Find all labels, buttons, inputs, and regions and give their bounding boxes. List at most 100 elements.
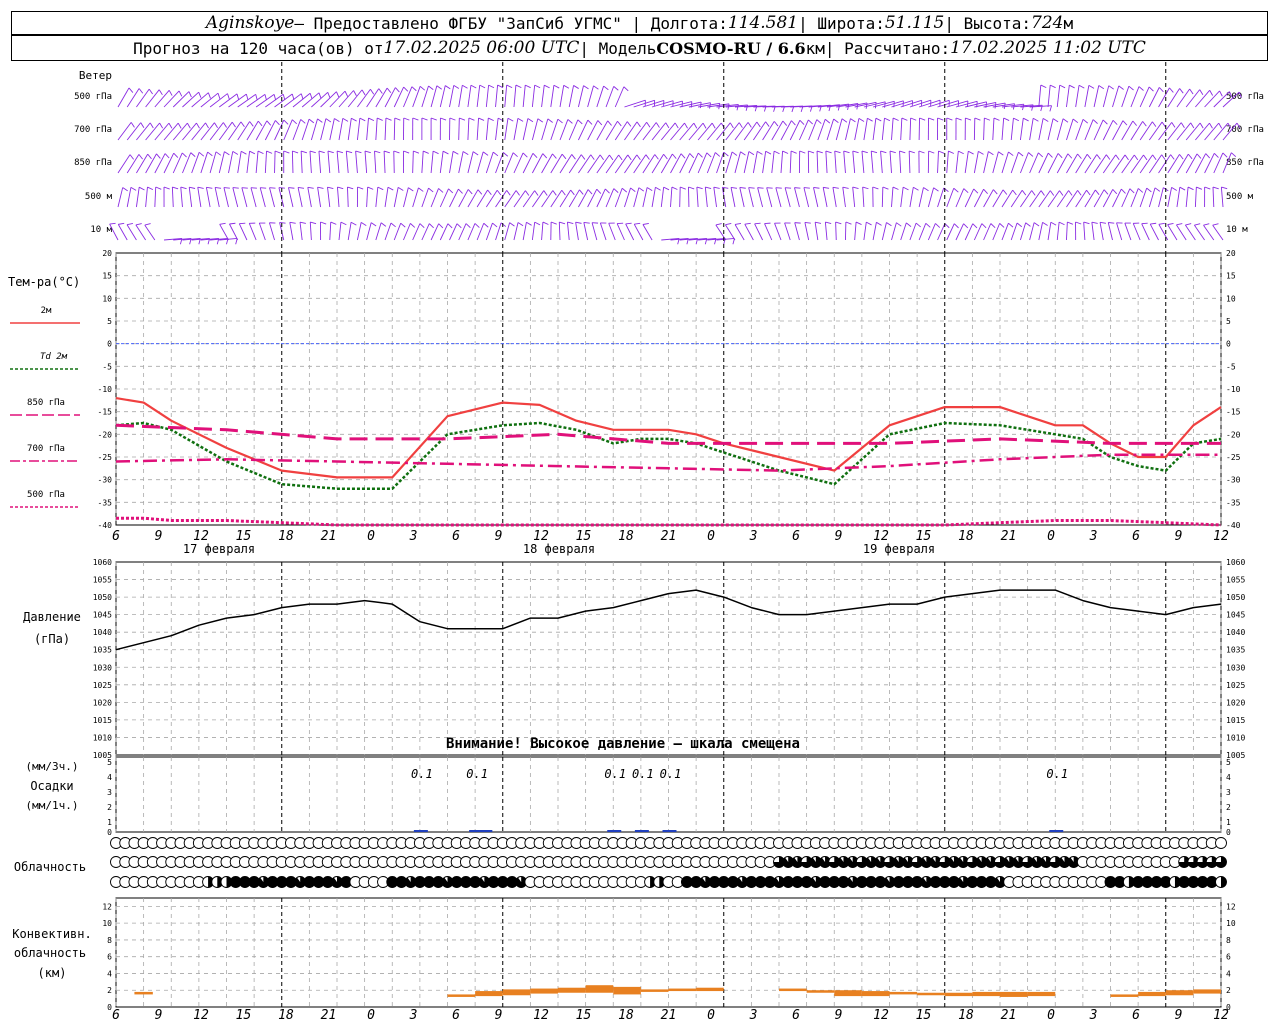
wind-barb bbox=[927, 187, 935, 208]
wind-barb-feather bbox=[1170, 154, 1175, 160]
wind-barb-feather bbox=[577, 119, 583, 125]
wind-barb bbox=[748, 187, 754, 208]
wind-barb-feather bbox=[1212, 186, 1219, 190]
wind-barb-feather bbox=[1078, 84, 1085, 89]
wind-barb-feather bbox=[364, 150, 371, 154]
wind-barb bbox=[1056, 190, 1069, 208]
wind-barb bbox=[327, 187, 331, 208]
wind-barb-feather bbox=[791, 120, 796, 126]
wind-barb bbox=[336, 187, 340, 208]
precip-tick-left: 4 bbox=[107, 773, 112, 782]
wind-barb bbox=[375, 118, 378, 141]
wind-barb-feather bbox=[740, 151, 746, 156]
pressure-tick-right: 1030 bbox=[1226, 663, 1245, 672]
conv-cloud-bar bbox=[861, 991, 890, 997]
wind-barb-feather bbox=[944, 223, 950, 229]
wind-barb bbox=[1130, 121, 1144, 141]
pressure-tick-left: 1045 bbox=[93, 611, 112, 620]
wind-barb bbox=[191, 152, 200, 174]
wind-barb-feather bbox=[512, 152, 518, 158]
wind-barb bbox=[862, 187, 865, 208]
wind-level-label-right: 850 гПа bbox=[1226, 158, 1264, 168]
wind-barb bbox=[651, 100, 674, 108]
wind-barb-feather bbox=[968, 150, 974, 155]
wind-barb bbox=[822, 187, 828, 208]
wind-barb-feather bbox=[411, 86, 417, 92]
wind-barb-feather bbox=[1047, 152, 1053, 158]
wind-barb bbox=[1038, 152, 1049, 174]
wind-barb bbox=[485, 118, 489, 141]
wind-barb-feather bbox=[393, 150, 400, 154]
wind-barb bbox=[983, 117, 985, 141]
wind-barb-feather bbox=[603, 85, 609, 91]
wind-barb-feather bbox=[429, 223, 434, 229]
wind-barb-feather bbox=[1099, 221, 1107, 224]
wind-barb-feather bbox=[279, 222, 286, 224]
wind-barb-feather bbox=[334, 118, 340, 123]
wind-barb bbox=[614, 86, 625, 108]
wind-barb-feather bbox=[301, 150, 308, 154]
wind-barb-feather bbox=[799, 150, 806, 154]
wind-barb-feather bbox=[227, 93, 230, 100]
wind-barb-feather bbox=[236, 93, 240, 100]
wind-barb-feather bbox=[383, 150, 390, 154]
pressure-tick-left: 1010 bbox=[93, 733, 112, 742]
date-label: 17 февраля bbox=[183, 542, 255, 556]
wind-barb-feather bbox=[147, 153, 152, 160]
wind-barb-feather bbox=[149, 122, 154, 129]
wind-barb-feather bbox=[782, 120, 788, 126]
hour-label-top: 9 bbox=[835, 529, 843, 544]
wind-barb bbox=[697, 152, 708, 174]
wind-barb bbox=[1167, 187, 1173, 208]
wind-barb-feather bbox=[1158, 222, 1165, 225]
wind-barb bbox=[182, 122, 197, 141]
wind-barb-feather bbox=[867, 117, 873, 122]
hour-label-top: 12 bbox=[1213, 529, 1229, 544]
wind-barb-feather bbox=[351, 117, 357, 122]
wind-barb bbox=[587, 120, 599, 141]
wind-barb-feather bbox=[835, 221, 842, 225]
wind-barb-feather bbox=[731, 151, 738, 156]
wind-barb-feather bbox=[543, 190, 548, 196]
wind-barb-feather bbox=[646, 187, 653, 192]
wind-barb-feather bbox=[467, 189, 473, 195]
temp-tick-left: -5 bbox=[102, 362, 112, 371]
wind-barb bbox=[918, 99, 941, 108]
temp-title: Тем-ра(°C) bbox=[8, 275, 80, 289]
wind-barb-feather bbox=[1042, 222, 1048, 226]
wind-barb-feather bbox=[130, 186, 137, 191]
wind-barb-feather bbox=[478, 117, 485, 121]
wind-barb bbox=[881, 118, 885, 141]
hour-label-bottom: 21 bbox=[661, 1008, 677, 1023]
wind-barb-feather bbox=[447, 223, 453, 229]
wind-barb bbox=[559, 154, 573, 174]
wind-barb-feather bbox=[196, 122, 200, 129]
wind-barb bbox=[541, 85, 545, 108]
wind-barb-feather bbox=[663, 186, 670, 191]
wind-barb bbox=[355, 151, 358, 174]
wind-level-label: 850 гПа bbox=[74, 158, 112, 168]
wind-barb-feather bbox=[886, 222, 892, 227]
wind-barb-feather bbox=[1003, 117, 1010, 121]
wind-barb-feather bbox=[1148, 86, 1154, 92]
wind-barb bbox=[117, 154, 131, 174]
wind-barb-feather bbox=[337, 186, 344, 190]
hour-label-bottom: 0 bbox=[367, 1008, 375, 1023]
pressure-tick-left: 1025 bbox=[93, 681, 112, 690]
wind-barb bbox=[697, 122, 713, 141]
wind-barb bbox=[356, 222, 362, 241]
wind-barb bbox=[1001, 118, 1005, 141]
wind-barb-feather bbox=[884, 101, 886, 108]
wind-barb bbox=[1107, 222, 1113, 241]
wind-barb-feather bbox=[642, 222, 649, 225]
wind-barb bbox=[1020, 190, 1033, 208]
wind-barb-feather bbox=[579, 189, 584, 195]
wind-barb-feather bbox=[766, 187, 773, 189]
wind-barb-feather bbox=[955, 117, 962, 121]
wind-barb bbox=[467, 85, 472, 108]
wind-barb-feather bbox=[799, 119, 805, 125]
precip-tick-right: 4 bbox=[1226, 773, 1231, 782]
wind-barb-feather bbox=[754, 222, 761, 225]
wind-barb-feather bbox=[534, 190, 539, 196]
pressure-title: Давление bbox=[23, 610, 81, 624]
